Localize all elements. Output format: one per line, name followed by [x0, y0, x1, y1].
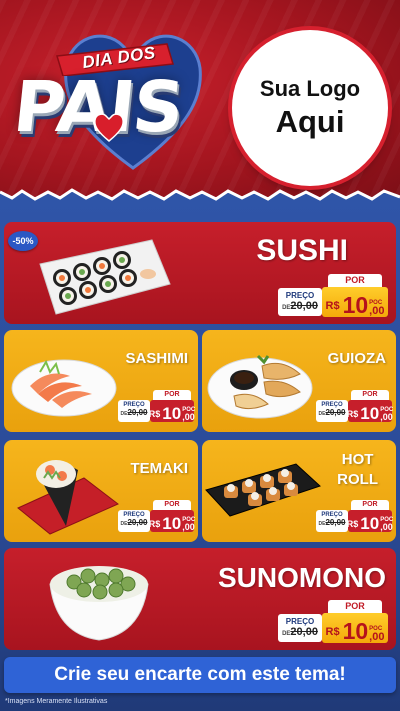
preco-label: PREÇO — [285, 617, 315, 626]
current-price: R$ 10 POC ,00 — [322, 613, 388, 643]
product-title-guioza: GUIOZA — [327, 350, 386, 367]
guioza-card[interactable]: GUIOZA POR PREÇO DE20,00 R$ 10 POC ,00 — [202, 330, 396, 432]
preco-label: PREÇO — [285, 291, 315, 300]
title-line1: HOT — [341, 451, 374, 468]
price-integer: 10 — [162, 514, 182, 533]
price-cents: ,00 — [182, 412, 195, 422]
footnote: *Imagens Meramente Ilustrativas — [5, 698, 108, 705]
old-price: 20,00 — [127, 518, 148, 527]
product-title-sushi: SUSHI — [256, 234, 348, 267]
old-price-box: PREÇO DE20,00 — [278, 614, 322, 642]
sushi-card[interactable]: SUSHI POR PREÇO DE20,00 R$ 10 POC ,00 — [4, 222, 396, 324]
price-integer: 10 — [342, 292, 369, 318]
hot-roll-plate-image — [205, 463, 321, 517]
old-price: 20,00 — [290, 626, 318, 638]
old-price-box: PREÇO DE20,00 — [118, 400, 150, 422]
product-title-sashimi: SASHIMI — [125, 350, 188, 367]
por-label: POR — [328, 600, 382, 613]
old-price: 20,00 — [127, 408, 148, 417]
price-cents: ,00 — [369, 631, 385, 643]
old-price: 20,00 — [325, 408, 346, 417]
sashimi-card[interactable]: SASHIMI POR PREÇO DE20,00 R$ 10 POC ,00 — [4, 330, 198, 432]
current-price: R$ 10 POC ,00 — [148, 400, 195, 423]
product-title-hot-roll: HOT ROLL — [337, 450, 378, 490]
hot-roll-card[interactable]: HOT ROLL POR PREÇO DE20,00 R$ 10 POC ,00 — [202, 440, 396, 542]
old-price-box: PREÇO DE20,00 — [278, 288, 322, 316]
price-integer: 10 — [162, 404, 182, 423]
discount-badge: -50% — [8, 231, 38, 251]
old-price: 20,00 — [290, 300, 318, 312]
price-cents: ,00 — [182, 522, 195, 532]
old-price-box: PREÇO DE20,00 — [316, 400, 348, 422]
por-label: POR — [351, 390, 389, 400]
por-label: POR — [351, 500, 389, 510]
currency-symbol: R$ — [346, 519, 359, 529]
product-title-sunomono: SUNOMONO — [218, 562, 386, 593]
logo-text-line2: Aqui — [275, 104, 345, 139]
price-integer: 10 — [360, 404, 380, 423]
sunomono-bowl-image — [49, 566, 149, 641]
cta-button[interactable]: Crie seu encarte com este tema! — [4, 657, 396, 693]
por-label: POR — [328, 274, 382, 287]
current-price: R$ 10 POC ,00 — [148, 510, 195, 533]
old-price-box: PREÇO DE20,00 — [316, 510, 348, 532]
old-price-box: PREÇO DE20,00 — [118, 510, 150, 532]
price-integer: 10 — [360, 514, 380, 533]
currency-symbol: R$ — [346, 409, 359, 419]
torn-paper-edge — [0, 188, 400, 206]
temaki-plate-image — [17, 460, 119, 535]
currency-symbol: R$ — [148, 519, 161, 529]
sunomono-card[interactable]: SUNOMONO POR PREÇO DE20,00 R$ 10 POC ,00 — [4, 548, 396, 650]
old-price: 20,00 — [325, 518, 346, 527]
sushi-plate-image — [39, 239, 171, 315]
product-title-temaki: TEMAKI — [130, 460, 189, 477]
current-price: R$ 10 POC ,00 — [346, 510, 393, 533]
price-cents: ,00 — [369, 305, 385, 317]
current-price: R$ 10 POC ,00 — [346, 400, 393, 423]
title-line2: ROLL — [337, 471, 378, 488]
sashimi-plate-image — [11, 359, 117, 417]
header-banner: DIA DOS PAIS Sua Logo Aqui — [0, 0, 400, 200]
por-label: POR — [153, 390, 191, 400]
currency-symbol: R$ — [325, 626, 340, 638]
logo-placeholder: Sua Logo Aqui — [232, 30, 388, 186]
temaki-card[interactable]: TEMAKI POR PREÇO DE20,00 R$ 10 POC ,00 — [4, 440, 198, 542]
price-cents: ,00 — [380, 412, 393, 422]
currency-symbol: R$ — [325, 300, 340, 312]
currency-symbol: R$ — [148, 409, 161, 419]
guioza-plate-image — [207, 354, 313, 419]
logo-text-line1: Sua Logo — [259, 76, 361, 101]
price-integer: 10 — [342, 618, 369, 644]
por-label: POR — [153, 500, 191, 510]
red-heart-icon — [94, 113, 124, 142]
price-cents: ,00 — [380, 522, 393, 532]
current-price: R$ 10 POC ,00 — [322, 287, 388, 317]
